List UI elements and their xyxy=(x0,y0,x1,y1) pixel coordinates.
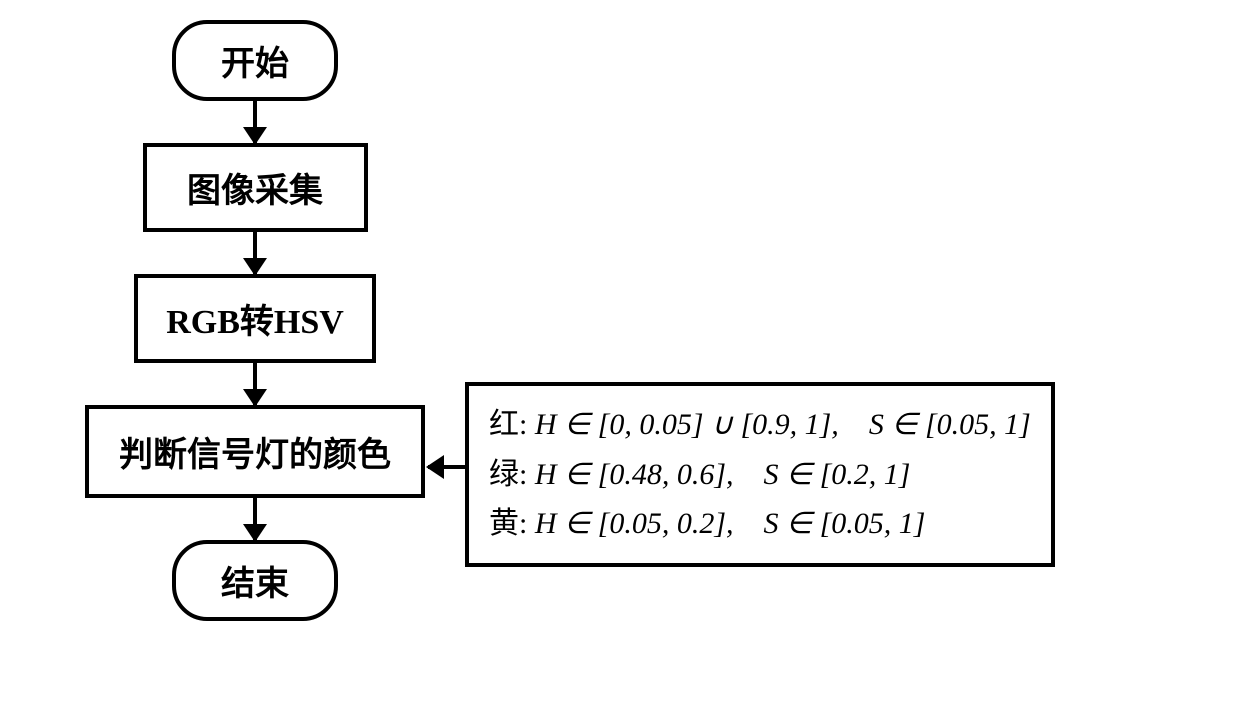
criteria-green-h: H ∈ [0.48, 0.6], xyxy=(535,458,734,491)
criteria-red: 红: H ∈ [0, 0.05] ∪ [0.9, 1], S ∈ [0.05, … xyxy=(489,400,1031,450)
arrow-down-icon xyxy=(253,363,257,405)
process-rgb-to-hsv: RGB转HSV xyxy=(134,274,376,363)
terminal-end: 结束 xyxy=(172,540,338,621)
arrow-down-icon xyxy=(253,101,257,143)
criteria-box: 红: H ∈ [0, 0.05] ∪ [0.9, 1], S ∈ [0.05, … xyxy=(465,382,1055,567)
arrow-down-icon xyxy=(253,498,257,540)
criteria-red-h: H ∈ [0, 0.05] ∪ [0.9, 1], xyxy=(535,408,839,441)
criteria-red-label: 红: xyxy=(489,408,527,441)
terminal-start: 开始 xyxy=(172,20,338,101)
process-image-capture: 图像采集 xyxy=(143,143,368,232)
criteria-yellow: 黄: H ∈ [0.05, 0.2], S ∈ [0.05, 1] xyxy=(489,499,1031,549)
criteria-yellow-h: H ∈ [0.05, 0.2], xyxy=(535,507,734,540)
process-judge-color: 判断信号灯的颜色 xyxy=(85,405,425,498)
criteria-green: 绿: H ∈ [0.48, 0.6], S ∈ [0.2, 1] xyxy=(489,450,1031,500)
criteria-green-label: 绿: xyxy=(489,458,527,491)
criteria-yellow-label: 黄: xyxy=(489,507,527,540)
arrow-left-icon xyxy=(428,465,466,469)
criteria-yellow-s: S ∈ [0.05, 1] xyxy=(764,507,926,540)
criteria-red-s: S ∈ [0.05, 1] xyxy=(869,408,1031,441)
flowchart-column: 开始 图像采集 RGB转HSV 判断信号灯的颜色 结束 xyxy=(85,20,425,621)
criteria-green-s: S ∈ [0.2, 1] xyxy=(764,458,911,491)
arrow-down-icon xyxy=(253,232,257,274)
